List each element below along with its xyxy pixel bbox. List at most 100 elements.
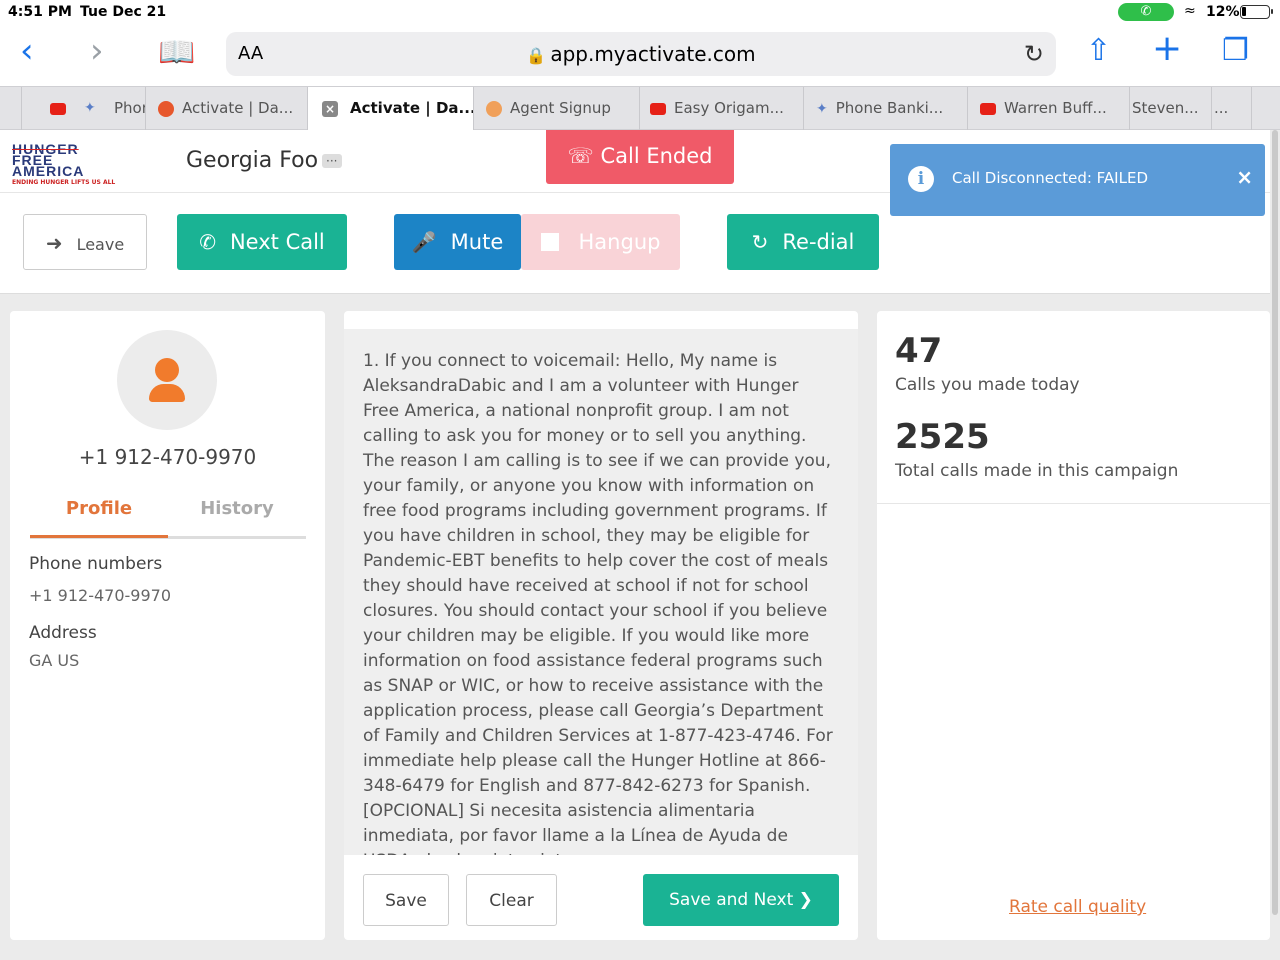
tab-activate-1[interactable]: Activate | Da... [146, 87, 308, 130]
battery-percent: 12% [1206, 4, 1240, 20]
logo-line-3: AMERICA [12, 163, 85, 179]
tab-phone-banking[interactable]: ✦ Phone Banki... [804, 87, 968, 130]
redial-label: Re-dial [782, 230, 855, 254]
status-date: Tue Dec 21 [80, 4, 167, 20]
tab-label: ... [1214, 99, 1229, 117]
script-panel: 1. If you connect to voicemail: Hello, M… [344, 311, 858, 940]
mute-label: Mute [450, 230, 504, 254]
tab-history[interactable]: History [168, 497, 306, 521]
close-icon[interactable]: × [322, 100, 338, 117]
tab-phone[interactable]: ✦ Phon [22, 87, 146, 130]
new-tab-plus-icon[interactable]: + [1152, 31, 1182, 67]
youtube-icon [650, 102, 666, 115]
call-script-scroll-area[interactable]: 1. If you connect to voicemail: Hello, M… [344, 329, 858, 855]
tab-label: Phon [114, 99, 145, 117]
alert-close-icon[interactable]: × [1236, 165, 1253, 189]
next-call-button[interactable]: ✆ Next Call [177, 214, 347, 270]
contact-tabs: Profile History [30, 497, 306, 539]
calls-today-label: Calls you made today [895, 375, 1080, 395]
calls-total-label: Total calls made in this campaign [895, 461, 1179, 481]
save-and-next-label: Save and Next [669, 890, 794, 910]
phone-numbers-value: +1 912-470-9970 [29, 586, 172, 605]
tab-label: Activate | Da... [350, 99, 474, 117]
tab-strip: ✦ Phon Activate | Da... × Activate | Da..… [0, 86, 1280, 130]
tab-label: Activate | Da... [182, 99, 294, 117]
clear-button[interactable]: Clear [466, 874, 557, 926]
stats-panel: 47 Calls you made today 2525 Total calls… [877, 311, 1270, 940]
user-icon-body [149, 384, 185, 402]
call-disconnected-alert: i Call Disconnected: FAILED × [890, 144, 1265, 216]
more-options-button[interactable]: ··· [322, 154, 342, 168]
chevron-right-icon: ❯ [798, 890, 813, 910]
page-scrollbar[interactable] [1272, 130, 1278, 915]
back-arrow-icon[interactable]: ‹ [20, 34, 34, 68]
active-call-phone-icon[interactable]: ✆ [1118, 3, 1174, 21]
lock-icon: 🔒 [526, 46, 547, 65]
next-call-label: Next Call [229, 230, 325, 254]
redo-icon: ↻ [751, 230, 769, 254]
tab-label: Phone Banki... [835, 99, 944, 117]
call-status-banner: ☏ Call Ended [546, 130, 734, 184]
leave-label: Leave [76, 235, 125, 254]
forward-arrow-icon[interactable]: › [90, 34, 104, 68]
url-text[interactable]: 🔒 app.myactivate.com [226, 42, 1056, 66]
campaign-title: Georgia Foo ··· [186, 148, 342, 173]
phone-hangup-icon: ☏ [567, 144, 594, 168]
contact-phone: +1 912-470-9970 [78, 445, 257, 469]
leave-button[interactable]: ➜ Leave [23, 214, 147, 270]
wifi-icon: ≈ [1184, 3, 1196, 19]
agent-icon [486, 100, 502, 117]
hunger-free-america-logo: HUNGER FREE AMERICA ENDING HUNGER LIFTS … [12, 142, 152, 190]
avatar [117, 330, 217, 430]
call-status-text: Call Ended [600, 144, 713, 168]
call-script-text: 1. If you connect to voicemail: Hello, M… [363, 351, 833, 855]
calls-total-count: 2525 [895, 417, 990, 457]
tab-profile[interactable]: Profile [30, 497, 168, 538]
calls-today-count: 47 [895, 331, 943, 371]
save-button[interactable]: Save [363, 874, 449, 926]
logo-tagline: ENDING HUNGER LIFTS US ALL [12, 179, 116, 186]
tab-more[interactable]: ... [1212, 87, 1252, 130]
campaign-title-text: Georgia Foo [186, 148, 319, 173]
tab-label: Warren Buff... [1004, 99, 1107, 117]
tab-warren-buffett[interactable]: Warren Buff... [968, 87, 1130, 130]
alert-message: Call Disconnected: FAILED [952, 169, 1148, 187]
hangup-label: Hangup [578, 230, 661, 254]
address-label: Address [29, 623, 97, 643]
twitter-like-icon: ✦ [816, 101, 828, 117]
tabs-overview-icon[interactable]: ❐ [1222, 36, 1249, 66]
browser-toolbar: ‹ › 📖 AA 🔒 app.myactivate.com ↻ ⇧ + ❐ [0, 24, 1280, 86]
url-value: app.myactivate.com [550, 42, 756, 66]
youtube-icon [50, 103, 66, 115]
redial-button[interactable]: ↻ Re-dial [727, 214, 879, 270]
page: HUNGER FREE AMERICA ENDING HUNGER LIFTS … [0, 130, 1270, 960]
microphone-icon: 🎤 [411, 230, 437, 254]
sign-out-icon: ➜ [45, 231, 63, 255]
reload-icon[interactable]: ↻ [1024, 40, 1044, 68]
bookmarks-icon[interactable]: 📖 [158, 38, 195, 68]
rate-call-quality-link[interactable]: Rate call quality [1009, 897, 1146, 917]
share-icon[interactable]: ⇧ [1086, 36, 1111, 66]
hangup-button[interactable]: Hangup [521, 214, 680, 270]
battery-icon [1240, 5, 1273, 19]
youtube-icon [980, 102, 996, 115]
tab-label: Steven... [1132, 99, 1199, 117]
tab-easy-origami[interactable]: Easy Origam... [640, 87, 804, 130]
save-and-next-button[interactable]: Save and Next ❯ [643, 874, 839, 926]
tab-label: Agent Signup [510, 99, 611, 117]
mute-button[interactable]: 🎤 Mute [394, 214, 521, 270]
tab-steven[interactable]: Steven... [1130, 87, 1212, 130]
phone-numbers-label: Phone numbers [29, 554, 163, 574]
contact-panel: +1 912-470-9970 Profile History Phone nu… [10, 311, 325, 940]
phone-icon: ✆ [199, 230, 216, 254]
tab-activate-active[interactable]: × Activate | Da... [308, 87, 474, 130]
status-bar: 4:51 PM Tue Dec 21 ✆ ≈ 12% [0, 0, 1280, 24]
user-icon-head [155, 358, 179, 382]
twitter-like-icon: ✦ [84, 100, 96, 116]
tab-agent-signup[interactable]: Agent Signup [474, 87, 640, 130]
tab-label: Easy Origam... [674, 99, 784, 117]
tab-partial[interactable] [0, 87, 22, 130]
address-bar[interactable]: AA 🔒 app.myactivate.com ↻ [226, 32, 1056, 76]
activate-icon [158, 100, 174, 117]
info-icon: i [908, 166, 934, 192]
